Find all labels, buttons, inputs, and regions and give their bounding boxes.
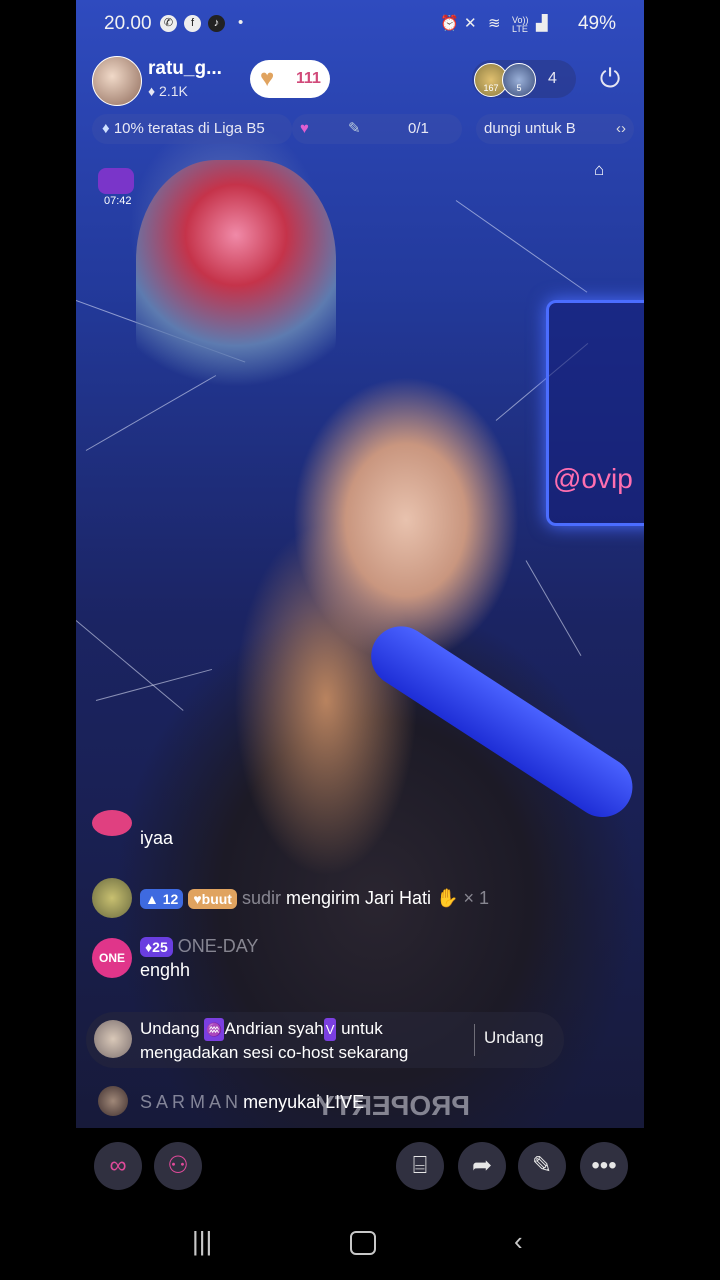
league-pill[interactable]: ♦ 10% teratas di Liga B5 xyxy=(92,114,292,144)
live-stream-view[interactable]: @ovip PROPERTY 20.00 ✆ f ♪ • ⏰ ✕ ≋ Vo)) … xyxy=(76,0,644,1128)
invitee-name: Andrian syah xyxy=(224,1019,324,1038)
gift-multiplier: × 1 xyxy=(463,888,490,908)
comment-message: enghh xyxy=(140,960,191,980)
gift-box-icon xyxy=(98,168,134,194)
link-icon[interactable]: ∞ xyxy=(94,1142,142,1190)
marble-vein xyxy=(76,620,184,711)
wifi-icon: ≋ xyxy=(488,15,501,32)
finger-heart-icon: ✋ xyxy=(436,888,459,908)
follow-count: 111 xyxy=(296,70,321,87)
marble-vein xyxy=(95,668,213,701)
ticker-text: dungi untuk B xyxy=(484,120,576,137)
battery-level: 49% xyxy=(577,13,616,34)
aquarius-badge: ♒ xyxy=(204,1018,225,1041)
people-icon[interactable]: ⚇ xyxy=(154,1142,202,1190)
comment-avatar xyxy=(92,878,132,918)
viewer-count: 4 xyxy=(548,70,557,87)
invite-button[interactable]: Undang xyxy=(484,1028,544,1048)
invite-text: Undang ♒ Andrian syah V untuk mengadakan s… xyxy=(140,1018,409,1062)
neon-sign: @ovip xyxy=(546,300,644,526)
follow-button[interactable]: ♥ 111 xyxy=(250,60,330,98)
status-time: 20.00 xyxy=(104,13,152,34)
shop-icon[interactable]: ⌸ xyxy=(396,1142,444,1190)
goal-pill[interactable]: ♥ ✎ 0/1 xyxy=(292,114,462,144)
magic-wand-icon[interactable]: ✎ xyxy=(518,1142,566,1190)
diamond-icon: ♦ xyxy=(102,120,110,137)
level-badge: ♦25 xyxy=(140,937,173,958)
gift-timer[interactable]: 07:42 xyxy=(94,168,144,212)
fan-badge: ♥buut xyxy=(188,889,237,910)
goal-progress: 0/1 xyxy=(408,120,429,137)
neon-sign-text: @ovip xyxy=(553,463,633,494)
mute-icon: ✕ xyxy=(464,15,477,32)
invitee-avatar xyxy=(94,1020,132,1058)
cohost-invite-banner[interactable]: Undang ♒ Andrian syah V untuk mengadakan s… xyxy=(86,1012,564,1068)
comment-avatar: ONE xyxy=(92,938,132,978)
host-likes: ♦ 2.1K xyxy=(148,83,188,99)
viewer-avatar[interactable]: 5 xyxy=(502,63,536,97)
more-icon[interactable]: ••• xyxy=(580,1142,628,1190)
v-badge: V xyxy=(323,1018,337,1041)
comment-text: iyaa xyxy=(140,828,174,848)
house-icon[interactable]: ⌂ xyxy=(594,160,612,179)
level-badge: ▲ 12 xyxy=(140,889,184,910)
flower-bouquet xyxy=(136,160,336,410)
network-label: Vo)) LTE xyxy=(512,15,529,34)
host-info[interactable]: ratu_g... ♦ 2.1K ♥ 111 xyxy=(92,56,330,106)
gift-timer-text: 07:42 xyxy=(104,195,132,207)
facebook-icon: f xyxy=(184,15,201,32)
comment-user[interactable]: sudir xyxy=(242,888,281,908)
host-avatar[interactable] xyxy=(92,56,142,106)
comment-avatar xyxy=(92,810,132,836)
back-icon[interactable]: ‹ xyxy=(514,1226,523,1257)
comment-message: mengirim Jari Hati xyxy=(286,888,432,908)
comment-user[interactable]: ONE-DAY xyxy=(178,936,259,956)
home-button-icon[interactable] xyxy=(350,1231,376,1255)
marble-vein xyxy=(455,200,588,293)
gift-goal-icon: ♥ xyxy=(300,120,309,137)
alarm-icon: ⏰ xyxy=(440,15,459,32)
heart-icon: ♥ xyxy=(260,65,275,92)
like-message: menyukai LIVE xyxy=(243,1092,365,1112)
tiktok-icon: ♪ xyxy=(208,15,225,32)
marble-vein xyxy=(525,560,582,657)
ticker-pill[interactable]: dungi untuk B ‹› xyxy=(476,114,634,144)
host-name: ratu_g... xyxy=(148,58,222,79)
whatsapp-icon: ✆ xyxy=(160,15,177,32)
chevron-icon: ‹› xyxy=(616,120,626,137)
signal-icon: ▟ xyxy=(536,15,548,32)
share-icon[interactable]: ➦ xyxy=(458,1142,506,1190)
microphone-goal-icon: ✎ xyxy=(348,120,361,137)
viewer-list[interactable]: 167 5 4 xyxy=(472,60,576,98)
recent-apps-icon[interactable]: ||| xyxy=(192,1226,212,1257)
divider xyxy=(474,1024,475,1056)
status-bar: 20.00 ✆ f ♪ • ⏰ ✕ ≋ Vo)) LTE ▟ 49% xyxy=(76,0,644,48)
like-user[interactable]: S A R M A N xyxy=(140,1092,238,1112)
comment-avatar xyxy=(98,1086,128,1116)
microphone xyxy=(359,614,644,829)
power-icon[interactable]: ⏻ xyxy=(594,62,626,94)
dot-icon: • xyxy=(238,14,244,31)
league-text: 10% teratas di Liga B5 xyxy=(113,120,265,137)
